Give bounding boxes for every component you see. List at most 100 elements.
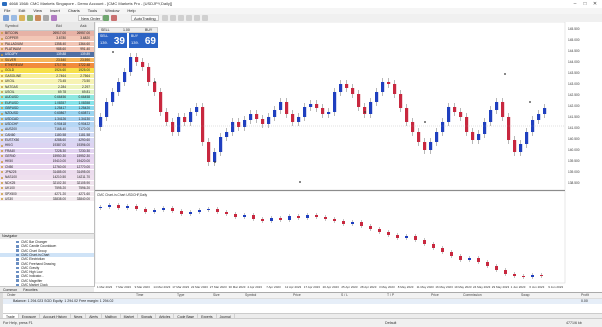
- market-watch-row[interactable]: NDX25 32102.30 32105.90: [0, 180, 94, 186]
- market-watch-row[interactable]: USDCHF 0.90418 0.90422: [0, 121, 94, 127]
- market-watch-row[interactable]: CAN60 1180.58 1181.58: [0, 132, 94, 138]
- market-watch-row[interactable]: AUS200 7168.40 7170.00: [0, 127, 94, 132]
- profiles-icon[interactable]: [11, 15, 17, 21]
- close-button[interactable]: ✕: [590, 0, 600, 8]
- market-watch-row[interactable]: UK100 7595.20 7596.20: [0, 186, 94, 191]
- market-watch-row[interactable]: GASOLINE 2.7464 2.7564: [0, 73, 94, 79]
- price-chart[interactable]: 145.500 145.000 144.500 144.000 143.500 143.0…: [94, 21, 602, 292]
- col-symbol[interactable]: Symbol: [245, 293, 256, 298]
- market-watch-row[interactable]: COPPER 3.6780 3.6820: [0, 36, 94, 41]
- sell-button[interactable]: SELL 139. 39: [98, 33, 127, 48]
- balance-row[interactable]: Balance: 1 294.023 SGD Equity: 1 294.02 …: [3, 299, 602, 304]
- zoom-out-icon[interactable]: [194, 15, 200, 21]
- auto-trading-button[interactable]: AutoTrading: [131, 15, 159, 21]
- strategy-tester-icon[interactable]: [51, 15, 57, 21]
- symbol-icon: [1, 53, 3, 56]
- market-watch-row[interactable]: GOLD 1924.60 1925.00: [0, 68, 94, 74]
- market-watch-row[interactable]: GBPUSD 1.25417 1.25420: [0, 105, 94, 111]
- col-profit[interactable]: Profit: [581, 293, 589, 298]
- market-watch-row[interactable]: SPX500 4271.20 4271.60: [0, 191, 94, 197]
- market-watch-row[interactable]: NAS100 14210.50 14211.70: [0, 175, 94, 181]
- indicator-candle-body: [108, 205, 111, 207]
- market-watch-header: Symbol Bid Ask: [0, 22, 94, 31]
- alerts-icon[interactable]: [111, 15, 117, 21]
- col-current-price[interactable]: Price: [431, 293, 439, 298]
- date-tick-label: 24 May 2023: [473, 285, 491, 289]
- buy-button[interactable]: BUY 139. 69: [129, 33, 158, 48]
- tile-windows-icon[interactable]: [202, 15, 208, 21]
- market-watch-row[interactable]: UKOIL 73.45 73.50: [0, 79, 94, 84]
- col-swap[interactable]: Swap: [521, 293, 529, 298]
- fractal-marker: [424, 121, 426, 123]
- buy-price-prefix: 139.: [131, 40, 139, 45]
- candlestick-icon[interactable]: [170, 15, 176, 21]
- price-tick-label: 141.000: [568, 126, 580, 130]
- chart-window[interactable]: 145.500 145.000 144.500 144.000 143.500 143.0…: [94, 21, 602, 292]
- market-watch-row[interactable]: AUDUSD 0.66456 0.66458: [0, 95, 94, 100]
- row-ask: 4271.60: [78, 191, 90, 196]
- col-price[interactable]: Price: [293, 293, 301, 298]
- bar-chart-icon[interactable]: [162, 15, 168, 21]
- minimize-button[interactable]: –: [570, 0, 580, 8]
- market-watch-row[interactable]: NZDUSD 0.60867 0.60871: [0, 111, 94, 116]
- row-ask: 1.08358: [78, 100, 90, 105]
- line-chart-icon[interactable]: [178, 15, 184, 21]
- zoom-in-icon[interactable]: [186, 15, 192, 21]
- market-watch-row[interactable]: BITCOIN 26917.00 26957.00: [0, 31, 94, 36]
- column-ask[interactable]: Ask: [80, 22, 87, 30]
- balance-text: Balance: 1 294.023 SGD Equity: 1 294.02 …: [13, 299, 114, 303]
- row-symbol: AUS200: [5, 127, 17, 132]
- column-symbol[interactable]: Symbol: [5, 22, 18, 30]
- market-watch-row[interactable]: ETHEREUM 1717.96 1722.48: [0, 63, 94, 68]
- market-watch-row[interactable]: PLATINUM 988.60 991.40: [0, 47, 94, 52]
- row-ask: 26957.00: [76, 31, 90, 35]
- market-watch-row[interactable]: JPN225 31485.00 31495.00: [0, 170, 94, 175]
- market-watch-row[interactable]: SILVER 23.540 23.590: [0, 57, 94, 63]
- row-symbol: CAN60: [5, 132, 16, 137]
- col-order[interactable]: Order: [7, 293, 16, 298]
- candle-body: [99, 117, 103, 127]
- maximize-button[interactable]: □: [580, 0, 590, 8]
- symbol-icon: [1, 69, 3, 72]
- date-tick-label: 14 Mar 2023: [153, 285, 170, 289]
- row-ask: 7170.00: [78, 127, 90, 132]
- market-watch-row[interactable]: US30 33838.00 33840.00: [0, 196, 94, 202]
- col-time[interactable]: Time: [136, 293, 143, 298]
- market-watch-icon[interactable]: [19, 15, 25, 21]
- col-size[interactable]: Size: [213, 293, 220, 298]
- col-commission[interactable]: Commission: [463, 293, 482, 298]
- market-watch-row[interactable]: GER40 15950.30 15952.30: [0, 154, 94, 159]
- date-tick-label: 1 Mar 2023: [97, 285, 113, 289]
- col-tp[interactable]: T / P: [387, 293, 394, 298]
- market-watch-row[interactable]: EURUSD 1.08357 1.08358: [0, 100, 94, 106]
- new-order-button[interactable]: New Order: [78, 15, 104, 21]
- market-watch-row[interactable]: USOIL 69.78 69.81: [0, 89, 94, 95]
- sell-label: SELL: [100, 34, 109, 38]
- candle-body: [255, 114, 259, 119]
- symbol-icon: [1, 128, 3, 131]
- market-watch-row[interactable]: PALLADIUM 1358.40 1364.60: [0, 41, 94, 47]
- market-watch-row[interactable]: NATGAS 2.284 2.297: [0, 84, 94, 90]
- terminal-icon[interactable]: [43, 15, 49, 21]
- navigator-icon[interactable]: [35, 15, 41, 21]
- indicator-candle-body: [315, 215, 318, 217]
- market-watch-row[interactable]: EUSTX50 4288.60 4290.60: [0, 138, 94, 143]
- new-chart-icon[interactable]: [3, 15, 9, 21]
- market-watch-row[interactable]: HKIG 19387.00 19396.00: [0, 143, 94, 148]
- market-watch-row[interactable]: HK50 19410.00 19420.00: [0, 159, 94, 164]
- candle-body: [363, 107, 367, 114]
- data-window-icon[interactable]: [27, 15, 33, 21]
- market-watch-row[interactable]: USDCAD 1.34126 1.34130: [0, 116, 94, 122]
- date-tick-label: 9 Mar 2023: [135, 285, 151, 289]
- candle-body: [495, 102, 499, 110]
- market-watch-row[interactable]: CN50 12760.00 12770.00: [0, 164, 94, 170]
- col-sl[interactable]: S / L: [341, 293, 348, 298]
- column-bid[interactable]: Bid: [56, 22, 62, 30]
- market-watch-row[interactable]: FRA40 7228.30 7230.30: [0, 148, 94, 154]
- col-type[interactable]: Type: [177, 293, 184, 298]
- app-logo-icon: [2, 2, 7, 6]
- fractal-marker: [112, 51, 114, 53]
- meta-editor-icon[interactable]: [103, 15, 109, 21]
- one-click-trading-panel: SELL 1.00 BUY SELL 139. 39 BUY 139. 69: [98, 27, 158, 48]
- market-watch-row[interactable]: USDJPY 139.88 139.89: [0, 52, 94, 57]
